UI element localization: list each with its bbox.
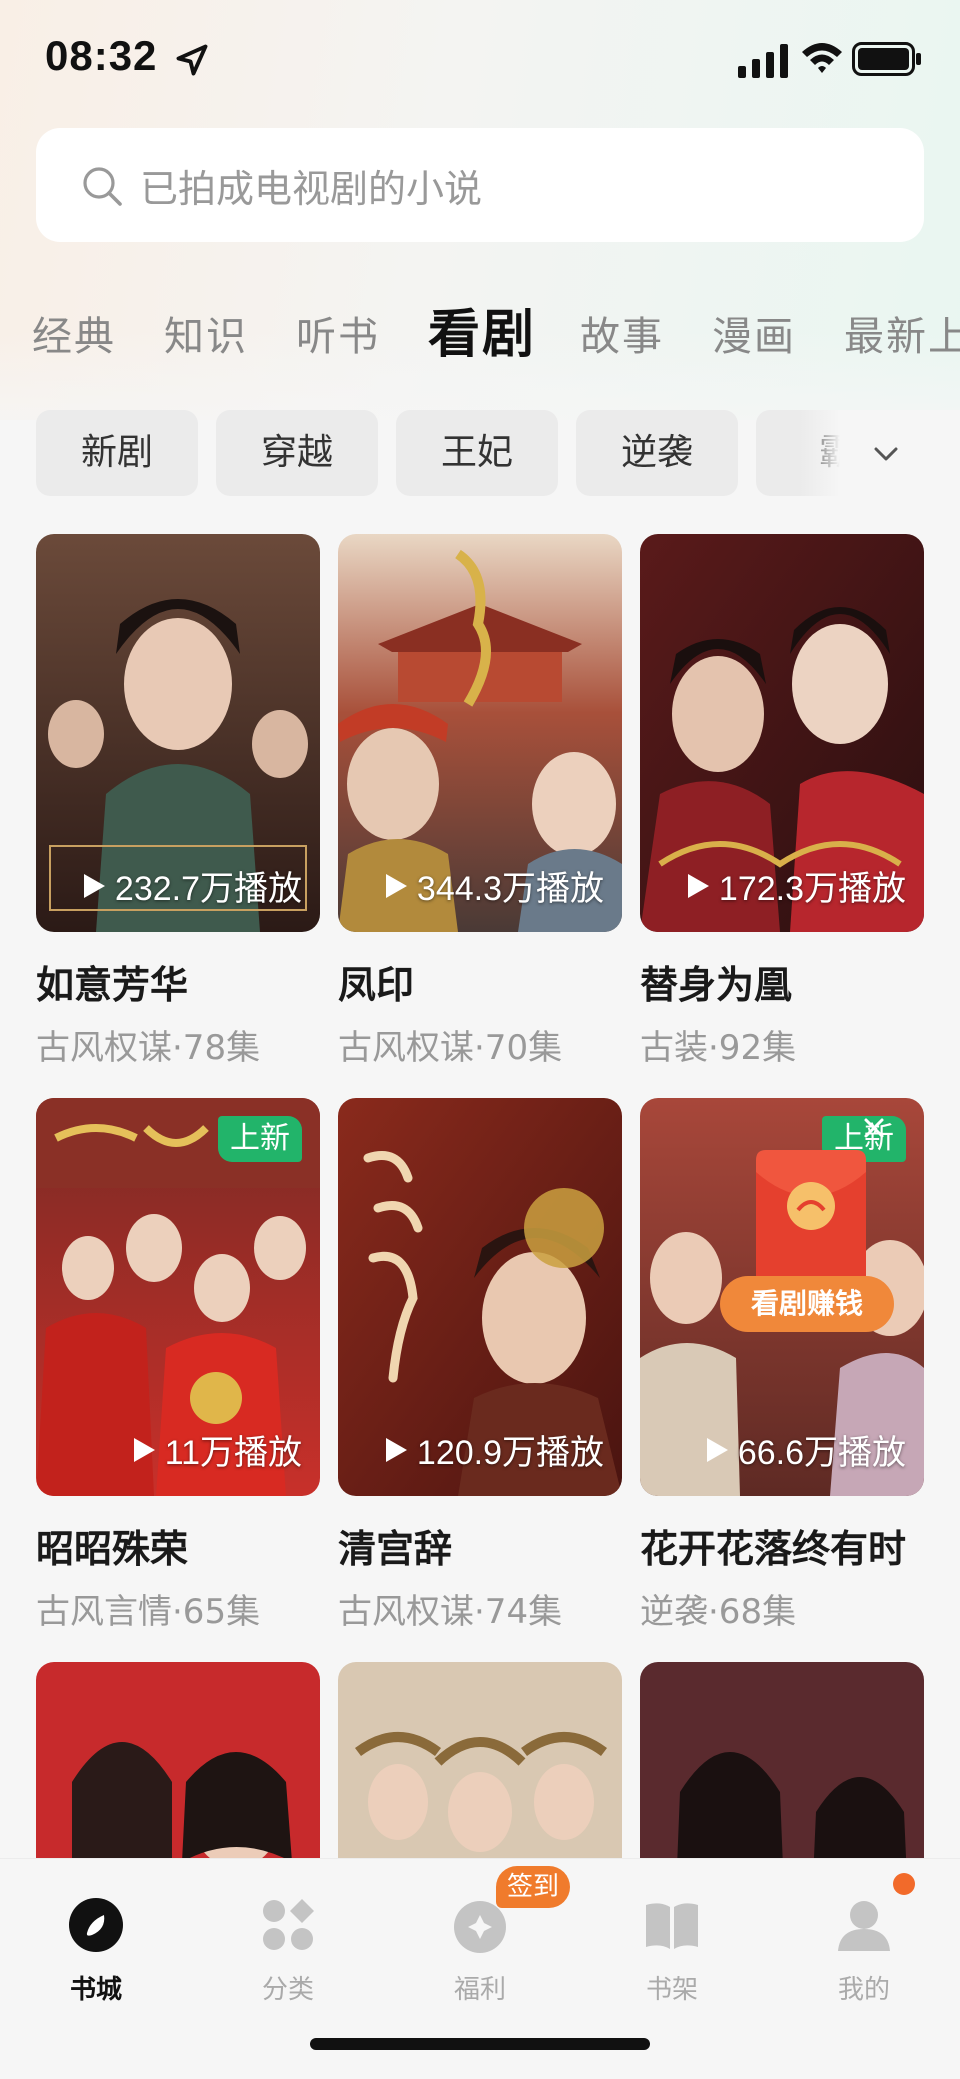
nav-label: 我的 [837, 1975, 890, 2005]
drama-poster[interactable]: 172.3万播放 [640, 534, 924, 932]
tab-knowledge[interactable]: 知识 [164, 304, 248, 362]
chevron-down-icon[interactable] [868, 436, 904, 472]
play-icon [133, 1437, 155, 1462]
nav-label: 书架 [645, 1975, 698, 2005]
play-count: 344.3万播放 [383, 861, 604, 910]
tab-drama[interactable]: 看剧 [428, 292, 536, 364]
play-count-text: 11万播放 [164, 1434, 302, 1472]
drama-meta: 古风言情·65集 [36, 1592, 261, 1632]
checkin-badge[interactable]: 签到 [496, 1866, 570, 1908]
watch-earn-button[interactable]: 看剧赚钱 [720, 1276, 894, 1332]
play-count: 66.6万播放 [704, 1425, 906, 1474]
signal-icon [738, 44, 788, 78]
drama-meta: 逆袭·68集 [640, 1592, 797, 1632]
grid-icon [263, 1899, 314, 1950]
drama-meta: 古风权谋·74集 [338, 1592, 563, 1632]
chip-princess[interactable]: 王妃 [396, 410, 558, 496]
drama-title[interactable]: 替身为凰 [640, 954, 792, 1009]
nav-item-rewards[interactable]: 福利 [405, 1895, 555, 2006]
play-icon [687, 873, 709, 898]
new-badge: 上新 [218, 1116, 302, 1162]
nav-label: 福利 [453, 1975, 506, 2005]
compass-icon [69, 1898, 123, 1952]
home-indicator[interactable] [310, 2038, 650, 2050]
filter-chips: 新剧 穿越 王妃 逆袭 霸 [0, 410, 960, 496]
search-icon [83, 167, 122, 206]
play-count-text: 172.3万播放 [718, 870, 906, 908]
play-count-text: 66.6万播放 [737, 1434, 906, 1472]
category-tabs: 经典 知识 听书 看剧 故事 漫画 最新上 [0, 292, 960, 364]
chip-comeback[interactable]: 逆袭 [576, 410, 738, 496]
play-count-text: 344.3万播放 [416, 870, 604, 908]
nav-item-profile[interactable]: 我的 [789, 1895, 939, 2006]
book-icon [646, 1903, 698, 1949]
notification-dot [893, 1873, 915, 1895]
location-arrow-icon [176, 44, 208, 76]
play-icon [83, 873, 105, 898]
play-icon [385, 1437, 407, 1462]
drama-meta: 古风权谋·78集 [36, 1028, 261, 1068]
drama-poster[interactable]: 120.9万播放 [338, 1098, 622, 1496]
search-placeholder: 已拍成电视剧的小说 [140, 167, 483, 211]
nav-item-bookstore[interactable]: 书城 [21, 1895, 171, 2006]
tab-classic[interactable]: 经典 [32, 304, 116, 362]
drama-poster[interactable]: 上新 11万播放 [36, 1098, 320, 1496]
play-count: 11万播放 [131, 1425, 302, 1474]
drama-title[interactable]: 清宫辞 [338, 1518, 452, 1573]
play-icon [385, 873, 407, 898]
drama-poster[interactable]: 232.7万播放 [36, 534, 320, 932]
play-count: 232.7万播放 [81, 861, 302, 910]
play-count: 172.3万播放 [685, 861, 906, 910]
wifi-icon [802, 43, 842, 73]
play-count: 120.9万播放 [383, 1425, 604, 1474]
search-bar[interactable]: 已拍成电视剧的小说 [36, 128, 924, 242]
chip-new[interactable]: 新剧 [36, 410, 198, 496]
drama-title[interactable]: 如意芳华 [36, 954, 188, 1009]
play-icon [706, 1437, 728, 1462]
nav-label: 分类 [261, 1975, 314, 2005]
nav-label: 书城 [69, 1975, 122, 2005]
user-icon [838, 1901, 890, 1951]
play-count-text: 232.7万播放 [114, 870, 302, 908]
tab-stories[interactable]: 故事 [580, 304, 664, 362]
drama-poster[interactable]: 344.3万播放 [338, 534, 622, 932]
tab-comics[interactable]: 漫画 [712, 304, 796, 362]
nav-item-bookshelf[interactable]: 书架 [597, 1895, 747, 2006]
battery-icon [852, 42, 921, 76]
status-time: 08:32 [45, 32, 158, 79]
drama-title[interactable]: 昭昭殊荣 [36, 1518, 188, 1573]
nav-item-categories[interactable]: 分类 [213, 1895, 363, 2006]
status-bar: 08:32 [0, 0, 960, 120]
drama-meta: 古风权谋·70集 [338, 1028, 563, 1068]
drama-title[interactable]: 凤印 [338, 954, 414, 1009]
drama-title[interactable]: 花开花落终有时 [640, 1518, 906, 1573]
close-icon[interactable] [860, 1114, 888, 1142]
chip-time-travel[interactable]: 穿越 [216, 410, 378, 496]
tab-audiobook[interactable]: 听书 [296, 304, 380, 362]
play-count-text: 120.9万播放 [416, 1434, 604, 1472]
drama-meta: 古装·92集 [640, 1028, 797, 1068]
tab-latest[interactable]: 最新上 [844, 304, 960, 362]
